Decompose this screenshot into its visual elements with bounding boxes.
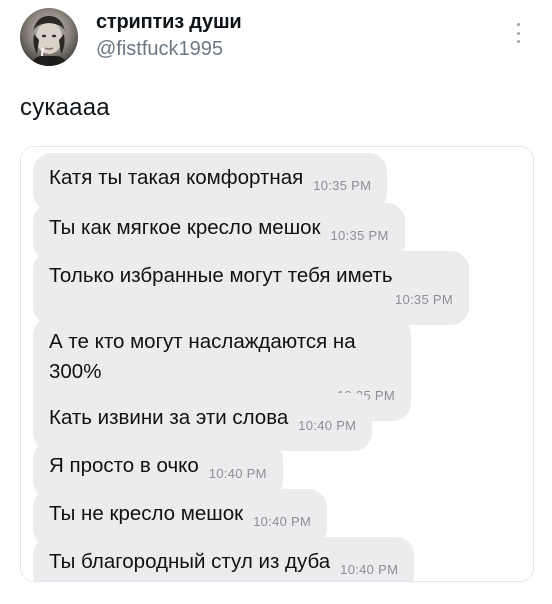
message-text: Только избранные могут тебя иметь [49,264,393,287]
message-time: 10:40 PM [253,514,312,529]
more-options-icon[interactable] [512,20,524,46]
tweet-text: сукаааа [20,94,110,121]
message-time: 10:35 PM [330,228,389,243]
avatar[interactable] [20,8,78,66]
message-text: Ты не кресло мешок [49,502,244,525]
message-text: Кать извини за эти слова [49,406,289,429]
message-time: 10:40 PM [298,418,357,433]
dot [516,40,520,43]
tweet-card: стриптиз души @fistfuck1995 сукаааа Катя… [0,0,552,604]
message-text: Я просто в очко [49,454,199,477]
message-time: 10:35 PM [313,178,372,193]
person-avatar-with-cigarette-icon [30,16,68,66]
user-handle[interactable]: @fistfuck1995 [96,38,223,61]
display-name[interactable]: стриптиз души [96,11,242,34]
message-text: Катя ты такая комфортная [49,166,304,189]
message-bubble: Ты благородный стул из дуба 10:40 PM [33,537,415,581]
message-time: 10:40 PM [340,562,399,577]
message-text: Ты как мягкое кресло мешок [49,216,321,239]
message-text: А те кто могут наслаждаются на 300% [49,330,356,383]
dot [516,23,520,26]
message-bubble: Только избранные могут тебя иметь 10:35 … [33,251,469,325]
dot [516,31,520,35]
message-text: Ты благородный стул из дуба [49,550,331,573]
attached-screenshot[interactable]: Катя ты такая комфортная 10:35 PM Ты как … [20,146,534,582]
message-time: 10:40 PM [208,466,267,481]
